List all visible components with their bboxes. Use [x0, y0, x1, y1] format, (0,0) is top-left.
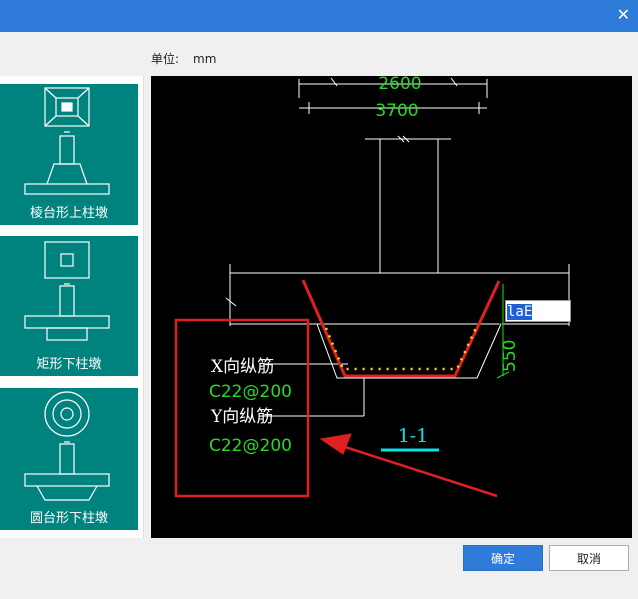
rebar-dots	[324, 327, 478, 371]
value-input[interactable]: laE	[505, 300, 571, 322]
value-input-text[interactable]: laE	[507, 304, 533, 320]
type-list: 棱台形上柱墩 矩形下柱墩 圆台形下柱墩	[0, 76, 144, 538]
cancel-button[interactable]: 取消	[549, 545, 629, 571]
type-item-rect-lower[interactable]: 矩形下柱墩	[0, 236, 138, 376]
dim-height: 550	[500, 340, 520, 372]
y-bar-label: Y向纵筋	[210, 407, 273, 427]
section-label: 1-1	[398, 425, 429, 447]
type-item-prism-upper[interactable]: 棱台形上柱墩	[0, 84, 138, 225]
x-bar-value[interactable]: C22@200	[209, 382, 292, 402]
title-bar: ✕	[0, 0, 638, 32]
dim-top: 2600	[378, 76, 421, 94]
unit-row: 单位: mm	[151, 50, 216, 67]
type-item-frustum-lower[interactable]: 圆台形下柱墩	[0, 388, 138, 530]
ok-button[interactable]: 确定	[463, 545, 543, 571]
rebar-highlight	[301, 279, 501, 378]
unit-value: mm	[193, 52, 217, 66]
y-bar-value[interactable]: C22@200	[209, 436, 292, 456]
type-item-label: 圆台形下柱墩	[29, 511, 108, 526]
close-icon[interactable]: ✕	[617, 6, 630, 24]
type-item-label: 棱台形上柱墩	[29, 206, 108, 221]
type-item-label: 矩形下柱墩	[36, 357, 102, 372]
drawing-canvas: 2600 3700 550 X向纵筋 C22@200 Y向纵筋 C22@200 …	[151, 76, 632, 538]
dim-width: 3700	[375, 101, 418, 121]
unit-label: 单位:	[151, 52, 180, 66]
x-bar-label: X向纵筋	[211, 357, 274, 377]
